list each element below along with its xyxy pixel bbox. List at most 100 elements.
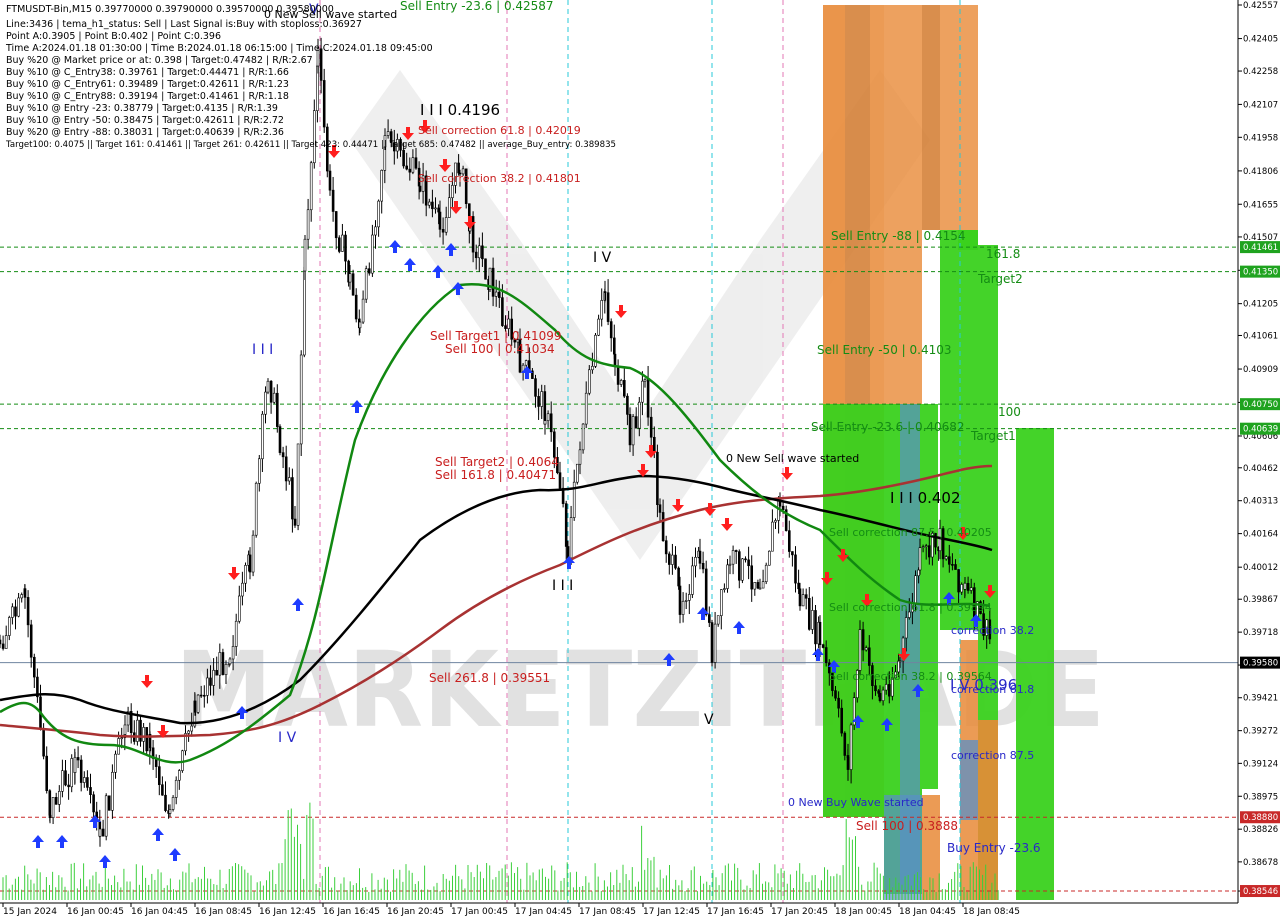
candle-body bbox=[92, 794, 95, 813]
candle-body bbox=[734, 550, 738, 552]
candle-body bbox=[600, 300, 604, 320]
candle-body bbox=[296, 443, 300, 526]
candle-body bbox=[741, 558, 744, 581]
candle-body bbox=[139, 719, 142, 742]
candle-body bbox=[569, 517, 573, 559]
candle-body bbox=[414, 157, 418, 169]
candle-body bbox=[284, 456, 288, 482]
info-line: Point A:0.3905 | Point B:0.402 | Point C… bbox=[6, 31, 221, 42]
candle-body bbox=[171, 797, 175, 810]
new-buy-wave-label: 0 New Buy Wave started bbox=[788, 796, 924, 809]
candle-body bbox=[111, 771, 114, 811]
candle-body bbox=[299, 354, 303, 445]
price-label: 0.40462 bbox=[1243, 464, 1278, 474]
candle-body bbox=[791, 551, 794, 556]
candle-body bbox=[164, 794, 167, 811]
candle-body bbox=[331, 189, 335, 212]
candle-body bbox=[264, 391, 267, 415]
candle-body bbox=[575, 463, 579, 483]
candle-body bbox=[774, 520, 777, 523]
candle-body bbox=[861, 629, 865, 651]
candle-body bbox=[337, 237, 341, 252]
candle-body bbox=[704, 568, 708, 615]
candle-body bbox=[383, 146, 387, 171]
candle-body bbox=[14, 606, 17, 617]
candle-body bbox=[48, 790, 52, 816]
candle-body bbox=[710, 622, 714, 663]
wave-label: I V bbox=[593, 250, 612, 266]
candle-body bbox=[48, 814, 52, 819]
info-line: Buy %10 @ Entry -23: 0.38779 | Target:0.… bbox=[6, 103, 278, 114]
sell-target-label: Sell 261.8 | 0.39551 bbox=[429, 671, 550, 685]
candle-body bbox=[471, 216, 475, 253]
candle-body bbox=[215, 670, 218, 676]
candle-body bbox=[543, 420, 547, 425]
candle-body bbox=[120, 737, 123, 740]
time-label: 16 Jan 16:45 bbox=[323, 907, 380, 917]
candle-body bbox=[631, 416, 635, 446]
price-label: 0.39718 bbox=[1243, 628, 1278, 638]
candle-body bbox=[966, 582, 970, 591]
price-tag-label: 0.41350 bbox=[1243, 268, 1278, 278]
candle-body bbox=[507, 318, 510, 329]
sell-target-label: Sell 100 | 0.3888 bbox=[856, 819, 958, 833]
candle-body bbox=[681, 600, 685, 615]
candle-body bbox=[474, 251, 478, 259]
chart-window[interactable]: MARKETZITRADE Sell Entry -23.6 | 0.42587… bbox=[0, 0, 1280, 920]
candle-body bbox=[54, 797, 58, 805]
price-tag-label: 0.40639 bbox=[1243, 425, 1278, 435]
candle-body bbox=[581, 423, 585, 451]
price-label: 0.41061 bbox=[1243, 331, 1278, 341]
candle-body bbox=[726, 564, 729, 589]
candle-body bbox=[377, 200, 380, 228]
sell-target-label: Sell Target1 | 0.41099 bbox=[430, 329, 562, 343]
candle-body bbox=[281, 452, 285, 458]
candle-body bbox=[764, 564, 768, 582]
candle-body bbox=[104, 795, 108, 837]
candle-body bbox=[275, 392, 279, 427]
candle-body bbox=[728, 563, 732, 566]
time-label: 17 Jan 08:45 bbox=[579, 907, 636, 917]
candle-body bbox=[86, 777, 89, 788]
price-label: 0.39272 bbox=[1243, 727, 1278, 737]
candle-body bbox=[807, 597, 811, 630]
candle-body bbox=[840, 707, 844, 734]
candle-body bbox=[287, 477, 291, 482]
candle-body bbox=[114, 753, 117, 773]
candle-body bbox=[881, 689, 885, 701]
candle-body bbox=[661, 512, 665, 541]
price-label: 0.39421 bbox=[1243, 694, 1278, 704]
candle-body bbox=[824, 647, 828, 664]
candle-body bbox=[494, 291, 498, 297]
candle-body bbox=[42, 728, 45, 757]
candle-body bbox=[584, 392, 588, 425]
candle-body bbox=[11, 606, 14, 618]
sell-target-label: Sell Target2 | 0.4064 bbox=[435, 455, 559, 469]
price-axis[interactable]: 0.42557 0.42405 0.42258 0.42107 0.41958 0.418… bbox=[1237, 0, 1280, 903]
candle-body bbox=[441, 229, 445, 233]
candle-body bbox=[8, 617, 11, 636]
candle-body bbox=[254, 482, 258, 536]
candle-body bbox=[444, 217, 448, 233]
time-label: 17 Jan 20:45 bbox=[771, 907, 828, 917]
price-label: 0.41806 bbox=[1243, 167, 1278, 177]
price-chart[interactable]: MARKETZITRADE Sell Entry -23.6 | 0.42587… bbox=[0, 0, 1280, 920]
candle-body bbox=[20, 594, 24, 599]
candle-body bbox=[960, 584, 964, 593]
candle-body bbox=[767, 550, 771, 566]
candle-body bbox=[811, 610, 814, 630]
candle-body bbox=[947, 556, 951, 565]
candle-body bbox=[218, 652, 222, 676]
candle-body bbox=[348, 273, 352, 283]
candle-body bbox=[501, 297, 504, 326]
price-label: 0.41205 bbox=[1243, 300, 1278, 310]
price-label: 0.41655 bbox=[1243, 200, 1278, 210]
candle-body bbox=[251, 534, 255, 573]
candle-body bbox=[374, 226, 377, 236]
candle-body bbox=[677, 567, 680, 587]
candle-body bbox=[558, 472, 562, 489]
candle-body bbox=[302, 270, 306, 356]
price-label: 0.40909 bbox=[1243, 365, 1278, 375]
time-label: 16 Jan 08:45 bbox=[195, 907, 252, 917]
candle-body bbox=[756, 582, 760, 589]
